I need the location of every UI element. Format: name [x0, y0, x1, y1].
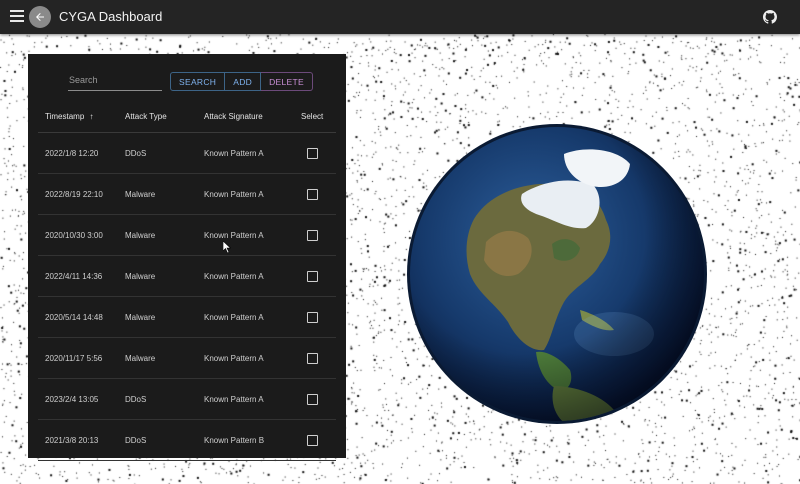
delete-button[interactable]: DELETE	[261, 72, 313, 91]
add-button[interactable]: ADD	[225, 72, 262, 91]
cell-attack-type: DDoS	[125, 149, 147, 158]
cell-attack-signature: Known Pattern B	[204, 436, 265, 445]
cell-attack-signature: Known Pattern A	[204, 231, 264, 240]
app-bar: CYGA Dashboard	[0, 0, 800, 34]
cell-timestamp: 2020/5/14 14:48	[45, 313, 103, 322]
arrow-up-icon: ↑	[89, 112, 94, 121]
checkbox-unchecked-icon[interactable]	[307, 353, 318, 364]
checkbox-unchecked-icon[interactable]	[307, 189, 318, 200]
column-header-attack-type[interactable]: Attack Type	[125, 112, 167, 121]
arrow-back-icon	[36, 13, 44, 21]
cell-timestamp: 2021/3/8 20:13	[45, 436, 99, 445]
cell-attack-type: Malware	[125, 354, 156, 363]
app-title: CYGA Dashboard	[59, 9, 163, 24]
cell-attack-signature: Known Pattern A	[204, 313, 264, 322]
cell-timestamp: 2020/10/30 3:00	[45, 231, 103, 240]
attack-log-panel: SEARCH ADD DELETE Timestamp ↑ Attack Typ…	[28, 54, 346, 461]
checkbox-unchecked-icon[interactable]	[307, 230, 318, 241]
column-header-select: Select	[301, 112, 324, 121]
table-row[interactable]: 2022/1/8 12:20 DDoS Known Pattern A	[28, 133, 346, 174]
cell-attack-type: Malware	[125, 231, 156, 240]
cell-timestamp: 2022/8/19 22:10	[45, 190, 103, 199]
github-icon[interactable]	[763, 10, 777, 24]
table-row[interactable]: 2020/10/30 3:00 Malware Known Pattern A	[28, 215, 346, 256]
mouse-cursor	[223, 241, 231, 253]
table-row[interactable]: 2022/8/19 22:10 Malware Known Pattern A	[28, 174, 346, 215]
globe-image	[407, 124, 707, 424]
cell-attack-type: Malware	[125, 313, 156, 322]
column-header-timestamp[interactable]: Timestamp ↑	[45, 112, 94, 121]
cell-attack-type: DDoS	[125, 436, 147, 445]
cell-timestamp: 2023/2/4 13:05	[45, 395, 99, 404]
back-button[interactable]	[29, 6, 51, 28]
table-row[interactable]: 2021/3/8 20:13 DDoS Known Pattern B	[28, 420, 346, 461]
column-header-label: Timestamp	[45, 112, 85, 121]
row-divider	[38, 460, 336, 461]
column-header-attack-signature[interactable]: Attack Signature	[204, 112, 263, 121]
cell-attack-signature: Known Pattern A	[204, 395, 264, 404]
table-row[interactable]: 2020/5/14 14:48 Malware Known Pattern A	[28, 297, 346, 338]
search-input[interactable]	[68, 72, 162, 91]
menu-icon[interactable]	[10, 10, 24, 22]
checkbox-unchecked-icon[interactable]	[307, 435, 318, 446]
table-row[interactable]: 2020/11/17 5:56 Malware Known Pattern A	[28, 338, 346, 379]
table-row[interactable]: 2023/2/4 13:05 DDoS Known Pattern A	[28, 379, 346, 420]
checkbox-unchecked-icon[interactable]	[307, 271, 318, 282]
cell-timestamp: 2022/4/11 14:36	[45, 272, 103, 281]
cell-timestamp: 2022/1/8 12:20	[45, 149, 99, 158]
toolbar-button-group: SEARCH ADD DELETE	[170, 72, 313, 91]
checkbox-unchecked-icon[interactable]	[307, 312, 318, 323]
cell-attack-signature: Known Pattern A	[204, 190, 264, 199]
cell-attack-signature: Known Pattern A	[204, 354, 264, 363]
cell-attack-type: Malware	[125, 272, 156, 281]
cell-timestamp: 2020/11/17 5:56	[45, 354, 103, 363]
cell-attack-type: DDoS	[125, 395, 147, 404]
checkbox-unchecked-icon[interactable]	[307, 394, 318, 405]
cell-attack-signature: Known Pattern A	[204, 149, 264, 158]
cell-attack-type: Malware	[125, 190, 156, 199]
earth-globe[interactable]	[404, 124, 710, 430]
search-button[interactable]: SEARCH	[170, 72, 226, 91]
checkbox-unchecked-icon[interactable]	[307, 148, 318, 159]
table-header: Timestamp ↑ Attack Type Attack Signature…	[28, 106, 346, 132]
cell-attack-signature: Known Pattern A	[204, 272, 264, 281]
table-row[interactable]: 2022/4/11 14:36 Malware Known Pattern A	[28, 256, 346, 297]
